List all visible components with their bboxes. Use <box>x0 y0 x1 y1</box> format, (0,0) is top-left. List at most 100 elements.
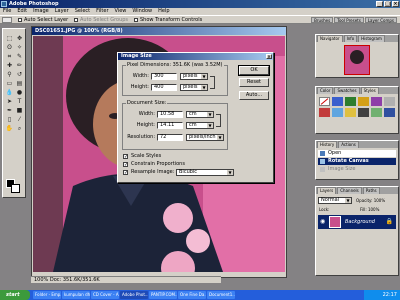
style-swatch[interactable] <box>358 108 369 117</box>
history-brush-tool-icon[interactable]: ↺ <box>15 71 24 79</box>
task-button[interactable]: PANTIP.COM... <box>149 291 177 299</box>
auto-select-groups-checkbox[interactable] <box>74 18 78 22</box>
menu-file[interactable]: File <box>3 8 11 15</box>
menu-edit[interactable]: Edit <box>17 8 27 15</box>
resample-method-select[interactable]: Bicubic ▼ <box>176 169 234 176</box>
menu-image[interactable]: Image <box>33 8 49 15</box>
maximize-button[interactable]: □ <box>384 1 391 7</box>
history-item[interactable]: Image Size <box>318 166 396 173</box>
well-tool-presets[interactable]: Tool Presets <box>334 17 364 23</box>
marquee-tool-icon[interactable]: ⬚ <box>5 35 14 43</box>
style-swatch[interactable] <box>371 97 382 106</box>
resolution-unit-select[interactable]: pixels/inch ▼ <box>186 134 224 141</box>
background-color-swatch[interactable] <box>11 184 20 193</box>
px-width-input[interactable]: 300 <box>151 73 177 80</box>
move-tool-preset-icon[interactable] <box>2 17 12 23</box>
px-width-unit-select[interactable]: pixels ▼ <box>180 73 208 80</box>
task-button[interactable]: CD Cover - A... <box>91 291 119 299</box>
style-swatch[interactable] <box>358 97 369 106</box>
minimize-button[interactable]: _ <box>376 1 383 7</box>
resample-image-checkbox[interactable]: ✓ <box>123 170 128 176</box>
history-item[interactable]: Open <box>318 150 396 157</box>
task-button-active[interactable]: Adobe Phot... <box>120 291 148 299</box>
style-swatch[interactable] <box>332 108 343 117</box>
task-button[interactable]: kumpulan dhon... <box>62 291 90 299</box>
opacity-label[interactable]: Opacity: 100% <box>356 197 385 204</box>
path-selection-tool-icon[interactable]: ➤ <box>5 98 14 106</box>
style-swatch[interactable] <box>345 108 356 117</box>
tab-channels[interactable]: Channels <box>337 187 362 194</box>
menu-view[interactable]: View <box>115 8 127 15</box>
zoom-tool-icon[interactable]: ⌕ <box>15 125 24 133</box>
hand-tool-icon[interactable]: ✋ <box>5 125 14 133</box>
tab-actions[interactable]: Actions <box>338 141 359 148</box>
shape-tool-icon[interactable]: ■ <box>15 107 24 115</box>
tab-styles[interactable]: Styles <box>360 87 379 94</box>
style-swatch[interactable] <box>384 97 395 106</box>
dodge-tool-icon[interactable]: ● <box>15 89 24 97</box>
style-swatch[interactable] <box>371 108 382 117</box>
task-button[interactable]: One Fine Da... <box>178 291 206 299</box>
crop-tool-icon[interactable]: ⌗ <box>5 53 14 61</box>
task-button[interactable]: Folder - Emp... <box>33 291 61 299</box>
reset-button[interactable]: Reset <box>239 78 269 87</box>
auto-button[interactable]: Auto... <box>239 91 269 100</box>
eye-icon[interactable]: ◉ <box>320 219 326 225</box>
scale-styles-checkbox[interactable]: ✓ <box>123 154 128 160</box>
clone-stamp-tool-icon[interactable]: ⚲ <box>5 71 14 79</box>
close-button[interactable]: × <box>392 1 399 7</box>
layer-row[interactable]: ◉ Background 🔒 <box>318 215 396 229</box>
blur-tool-icon[interactable]: 💧 <box>5 89 14 97</box>
magic-wand-tool-icon[interactable]: ✧ <box>15 44 24 52</box>
tab-paths[interactable]: Paths <box>362 187 380 194</box>
tab-histogram[interactable]: Histogram <box>358 35 385 42</box>
well-brushes[interactable]: Brushes <box>311 17 334 23</box>
show-transform-checkbox[interactable] <box>134 18 138 22</box>
menu-select[interactable]: Select <box>75 8 90 15</box>
style-swatch[interactable] <box>319 108 330 117</box>
doc-height-input[interactable]: 14.11 <box>157 122 183 129</box>
gradient-tool-icon[interactable]: ▤ <box>15 80 24 88</box>
dialog-close-button[interactable]: × <box>266 54 272 59</box>
px-height-input[interactable]: 400 <box>151 84 177 91</box>
healing-brush-tool-icon[interactable]: ✚ <box>5 62 14 70</box>
style-swatch[interactable] <box>384 108 395 117</box>
brush-tool-icon[interactable]: ✏ <box>15 62 24 70</box>
well-layer-comps[interactable]: Layer Comps <box>364 17 397 23</box>
doc-width-unit-select[interactable]: cm ▼ <box>186 111 214 118</box>
constrain-proportions-checkbox[interactable]: ✓ <box>123 162 128 168</box>
start-button[interactable]: start <box>0 290 30 300</box>
move-tool-icon[interactable]: ✥ <box>15 35 24 43</box>
doc-width-input[interactable]: 10.58 <box>157 111 183 118</box>
navigator-thumbnail[interactable] <box>344 45 370 75</box>
eraser-tool-icon[interactable]: ▭ <box>5 80 14 88</box>
fill-label[interactable]: Fill: 100% <box>360 206 379 213</box>
style-swatch[interactable] <box>332 97 343 106</box>
style-swatch[interactable] <box>319 97 330 106</box>
menu-layer[interactable]: Layer <box>55 8 69 15</box>
tab-swatches[interactable]: Swatches <box>334 87 360 94</box>
menu-window[interactable]: Window <box>132 8 152 15</box>
lasso-tool-icon[interactable]: ʘ <box>5 44 14 52</box>
tab-color[interactable]: Color <box>317 87 334 94</box>
eyedropper-tool-icon[interactable]: ⁄ <box>15 116 24 124</box>
px-height-unit-select[interactable]: pixels ▼ <box>180 84 208 91</box>
tab-layers[interactable]: Layers <box>317 187 337 194</box>
auto-select-layer-checkbox[interactable] <box>18 18 22 22</box>
doc-height-unit-select[interactable]: cm ▼ <box>186 122 214 129</box>
tab-navigator[interactable]: Navigator <box>317 35 343 42</box>
resolution-input[interactable]: 72 <box>157 134 183 141</box>
tab-history[interactable]: History <box>317 141 338 148</box>
notes-tool-icon[interactable]: ▯ <box>5 116 14 124</box>
type-tool-icon[interactable]: T <box>15 98 24 106</box>
ok-button[interactable]: OK <box>238 65 270 76</box>
task-button[interactable]: Document1... <box>207 291 235 299</box>
menu-filter[interactable]: Filter <box>96 8 108 15</box>
menu-help[interactable]: Help <box>158 8 169 15</box>
blend-mode-select[interactable]: Normal ▼ <box>318 197 352 204</box>
history-item-active[interactable]: Rotate Canvas <box>318 158 396 165</box>
pen-tool-icon[interactable]: ✒ <box>5 107 14 115</box>
style-swatch[interactable] <box>345 97 356 106</box>
slice-tool-icon[interactable]: ✎ <box>15 53 24 61</box>
tab-info[interactable]: Info <box>343 35 358 42</box>
